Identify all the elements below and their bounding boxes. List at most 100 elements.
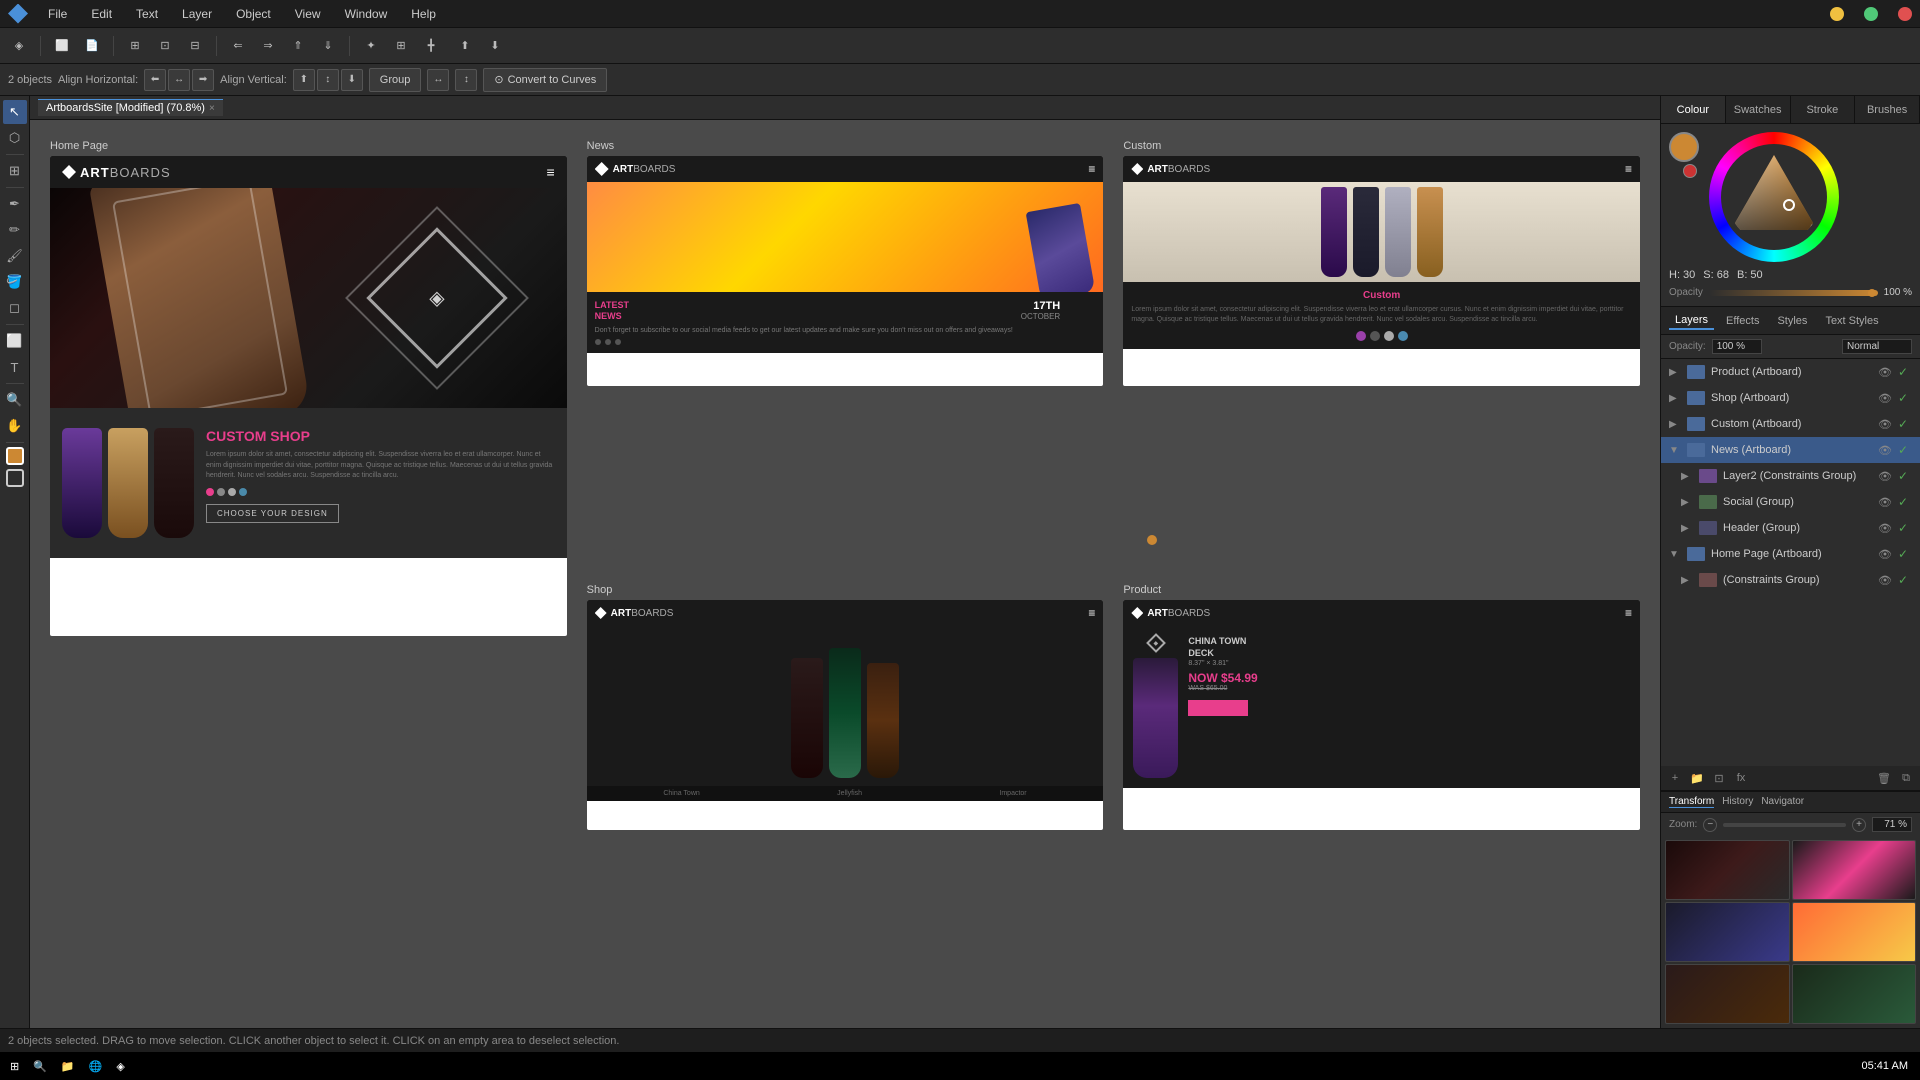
secondary-color-swatch[interactable]: [1683, 164, 1697, 178]
layer-eye-icon-news[interactable]: 👁: [1878, 444, 1892, 457]
custom-artboard[interactable]: ARTBOARDS ≡ Custom: [1123, 156, 1640, 386]
custom-swatch-4[interactable]: [1398, 331, 1408, 341]
tool-eraser[interactable]: ◻: [3, 296, 27, 320]
layer-folder-icon[interactable]: 📁: [1687, 768, 1707, 788]
snap-btn[interactable]: ✦: [358, 33, 384, 59]
layer-expand-icon-cg[interactable]: ▶: [1681, 575, 1693, 586]
shop-hamburger-icon[interactable]: ≡: [1088, 606, 1095, 620]
layer-eye-icon-custom[interactable]: 👁: [1878, 418, 1892, 431]
guide-btn[interactable]: ╋: [418, 33, 444, 59]
canvas-viewport[interactable]: Home Page ARTBOARDS ≡: [30, 120, 1660, 1028]
dot-gray[interactable]: [217, 488, 225, 496]
align-right-btn[interactable]: ➡: [192, 69, 214, 91]
thumbnail-2[interactable]: [1792, 840, 1917, 900]
menu-layer[interactable]: Layer: [178, 5, 216, 23]
menu-file[interactable]: File: [44, 5, 71, 23]
layer-eye-icon-shop[interactable]: 👁: [1878, 392, 1892, 405]
align-btn2[interactable]: ⇒: [255, 33, 281, 59]
layer-expand-icon-header[interactable]: ▶: [1681, 523, 1693, 534]
layer-expand-icon-layer2[interactable]: ▶: [1681, 471, 1693, 482]
layer-group-icon[interactable]: ⊡: [1709, 768, 1729, 788]
zoom-slider[interactable]: [1723, 823, 1846, 827]
canvas-tab-artboards[interactable]: ArtboardsSite [Modified] (70.8%) ×: [38, 99, 223, 116]
zoom-plus-btn[interactable]: +: [1852, 818, 1866, 832]
zoom-minus-btn[interactable]: −: [1703, 818, 1717, 832]
shop-artboard[interactable]: ARTBOARDS ≡ China Town Jellyfish: [587, 600, 1104, 830]
thumbnail-4[interactable]: [1792, 902, 1917, 962]
layer-constraints[interactable]: ▶ Layer2 (Constraints Group) 👁 ✓: [1661, 463, 1920, 489]
layer-opacity-input[interactable]: [1712, 339, 1762, 354]
thumbnail-3[interactable]: [1665, 902, 1790, 962]
tab-navigator[interactable]: Navigator: [1761, 796, 1804, 808]
layer-expand-icon-social[interactable]: ▶: [1681, 497, 1693, 508]
layer-expand-icon[interactable]: ▶: [1669, 367, 1681, 378]
product-hamburger-icon[interactable]: ≡: [1625, 606, 1632, 620]
layer-eye-icon-header[interactable]: 👁: [1878, 522, 1892, 535]
tool-node[interactable]: ⬡: [3, 126, 27, 150]
task-browser[interactable]: 🌐: [83, 1054, 109, 1078]
new-doc-btn[interactable]: ⬜: [49, 33, 75, 59]
zoom-value-input[interactable]: [1872, 817, 1912, 832]
layer-custom[interactable]: ▶ Custom (Artboard) 👁 ✓: [1661, 411, 1920, 437]
thumbnail-1[interactable]: [1665, 840, 1790, 900]
import-btn[interactable]: ⬇: [482, 33, 508, 59]
tool-zoom[interactable]: 🔍: [3, 388, 27, 412]
convert-curves-button[interactable]: ⊙ Convert to Curves: [483, 68, 607, 92]
tab-colour[interactable]: Colour: [1661, 96, 1726, 123]
layer-expand-icon-news[interactable]: ▼: [1669, 445, 1681, 456]
news-hamburger-icon[interactable]: ≡: [1088, 162, 1095, 176]
tool-pen[interactable]: ✒: [3, 192, 27, 216]
tool-select[interactable]: ↖: [3, 100, 27, 124]
menu-object[interactable]: Object: [232, 5, 275, 23]
tool-text[interactable]: T: [3, 355, 27, 379]
flip-v-btn[interactable]: ↕: [455, 69, 477, 91]
layer-expand-icon-shop[interactable]: ▶: [1669, 393, 1681, 404]
tab-transform[interactable]: Transform: [1669, 796, 1714, 808]
home-hamburger-icon[interactable]: ≡: [546, 164, 554, 180]
opacity-slider-thumb[interactable]: [1868, 289, 1876, 297]
tab-close-icon[interactable]: ×: [209, 103, 215, 114]
custom-swatch-2[interactable]: [1370, 331, 1380, 341]
align-btn4[interactable]: ⇓: [315, 33, 341, 59]
tool-brush[interactable]: 🖌: [3, 244, 27, 268]
product-cta-btn[interactable]: [1188, 700, 1248, 716]
task-explorer[interactable]: 📁: [55, 1054, 81, 1078]
group-button[interactable]: Group: [369, 68, 422, 92]
align-btn1[interactable]: ⇐: [225, 33, 251, 59]
dot-silver[interactable]: [228, 488, 236, 496]
layer-eye-icon-social[interactable]: 👁: [1878, 496, 1892, 509]
layer-expand-icon-custom[interactable]: ▶: [1669, 419, 1681, 430]
stroke-color-swatch[interactable]: [6, 469, 24, 487]
tab-effects[interactable]: Effects: [1720, 313, 1765, 329]
dot-pink[interactable]: [206, 488, 214, 496]
layer-homepage[interactable]: ▼ Home Page (Artboard) 👁 ✓: [1661, 541, 1920, 567]
align-bottom-btn[interactable]: ⬇: [341, 69, 363, 91]
export-btn[interactable]: ⬆: [452, 33, 478, 59]
layer-eye-icon-product[interactable]: 👁: [1878, 366, 1892, 379]
custom-swatch-3[interactable]: [1384, 331, 1394, 341]
layer-copy-icon[interactable]: ⧉: [1896, 768, 1916, 788]
align-left-btn[interactable]: ⬅: [144, 69, 166, 91]
menu-text[interactable]: Text: [132, 5, 162, 23]
view-btn[interactable]: ⊞: [122, 33, 148, 59]
close-button[interactable]: [1898, 7, 1912, 21]
layer-eye-icon-cg[interactable]: 👁: [1878, 574, 1892, 587]
tab-swatches[interactable]: Swatches: [1726, 96, 1791, 123]
tab-brushes[interactable]: Brushes: [1855, 96, 1920, 123]
layer-blend-input[interactable]: [1842, 339, 1912, 354]
layer-add-icon[interactable]: +: [1665, 768, 1685, 788]
layer-constraints-group[interactable]: ▶ (Constraints Group) 👁 ✓: [1661, 567, 1920, 593]
flip-h-btn[interactable]: ↔: [427, 69, 449, 91]
layer-fx-icon[interactable]: fx: [1731, 768, 1751, 788]
align-center-v-btn[interactable]: ↕: [317, 69, 339, 91]
zoom-slider-thumb[interactable]: [1147, 535, 1157, 545]
grid-btn[interactable]: ⊞: [388, 33, 414, 59]
menu-help[interactable]: Help: [407, 5, 440, 23]
task-search[interactable]: 🔍: [27, 1054, 53, 1078]
open-btn[interactable]: 📄: [79, 33, 105, 59]
task-affinity[interactable]: ◈: [110, 1054, 130, 1078]
layer-news[interactable]: ▼ News (Artboard) 👁 ✓: [1661, 437, 1920, 463]
persona-btn[interactable]: ◈: [6, 33, 32, 59]
tab-text-styles[interactable]: Text Styles: [1819, 313, 1884, 329]
thumbnail-6[interactable]: [1792, 964, 1917, 1024]
